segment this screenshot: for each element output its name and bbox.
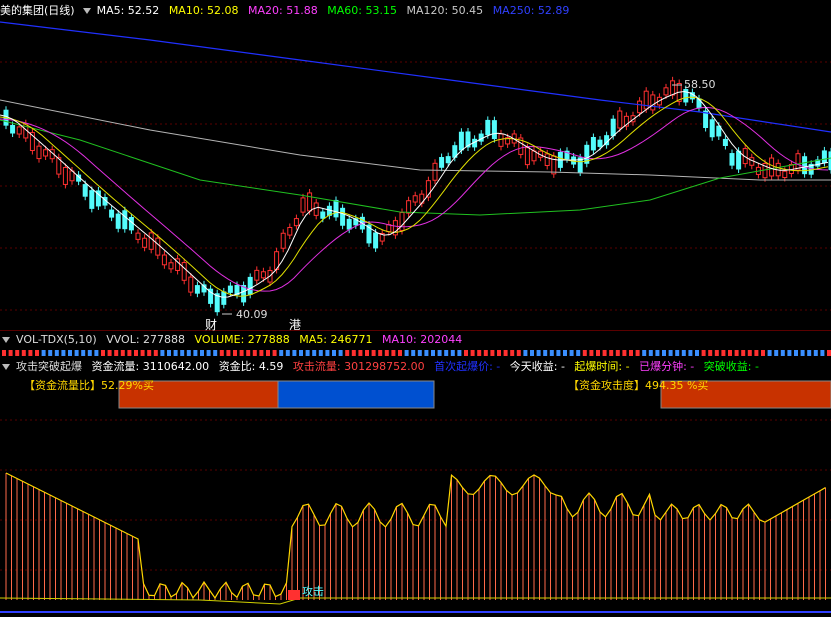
marker-gang[interactable]: 港 xyxy=(289,316,301,333)
dropdown-icon[interactable] xyxy=(2,363,10,370)
low-price-label: 40.09 xyxy=(236,308,268,321)
dropdown-icon[interactable] xyxy=(2,336,10,343)
panel-divider xyxy=(0,330,831,331)
attack-signal-icon xyxy=(288,590,300,600)
vvol-value: VVOL: 277888 xyxy=(106,333,186,346)
first-explosion-price: 首次起爆价: - xyxy=(434,360,501,373)
attack-title: 攻击突破起爆 xyxy=(16,360,82,373)
capital-ratio: 资金比: 4.59 xyxy=(218,360,284,373)
attack-flow: 攻击流量: 301298752.00 xyxy=(292,360,425,373)
capital-flow: 资金流量: 3110642.00 xyxy=(91,360,210,373)
vol-ma10-value: MA10: 202044 xyxy=(382,333,463,346)
volume-indicator-bar: VOL-TDX(5,10) VVOL: 277888 VOLUME: 27788… xyxy=(0,333,468,347)
oscillator-line xyxy=(5,472,826,600)
attack-indicator-bar: 攻击突破起爆 资金流量: 3110642.00 资金比: 4.59 攻击流量: … xyxy=(0,360,765,374)
marker-cai[interactable]: 财 xyxy=(205,316,217,333)
oscillator-bars xyxy=(5,473,826,600)
explosion-time: 起爆时间: - xyxy=(574,360,630,373)
explosion-minutes: 已爆分钟: - xyxy=(639,360,695,373)
vol-ma5-value: MA5: 246771 xyxy=(299,333,373,346)
attack-degree-label: 【资金攻击度】494.35 %买 xyxy=(568,379,709,392)
high-price-label: 58.50 xyxy=(684,78,716,91)
today-profit: 今天收益: - xyxy=(509,360,565,373)
oscillator-baseline xyxy=(0,597,831,605)
volume-strip xyxy=(2,350,831,356)
flow-ratio-bar-blue xyxy=(277,380,435,409)
volume-value: VOLUME: 277888 xyxy=(194,333,290,346)
price-grid xyxy=(0,61,831,571)
vol-title: VOL-TDX(5,10) xyxy=(16,333,97,346)
chart-canvas[interactable] xyxy=(0,0,831,617)
flow-ratio-label: 【资金流量比】52.29%买 xyxy=(24,379,154,392)
breakout-profit: 突破收益: - xyxy=(703,360,759,373)
attack-signal-label: 攻击 xyxy=(302,585,324,598)
